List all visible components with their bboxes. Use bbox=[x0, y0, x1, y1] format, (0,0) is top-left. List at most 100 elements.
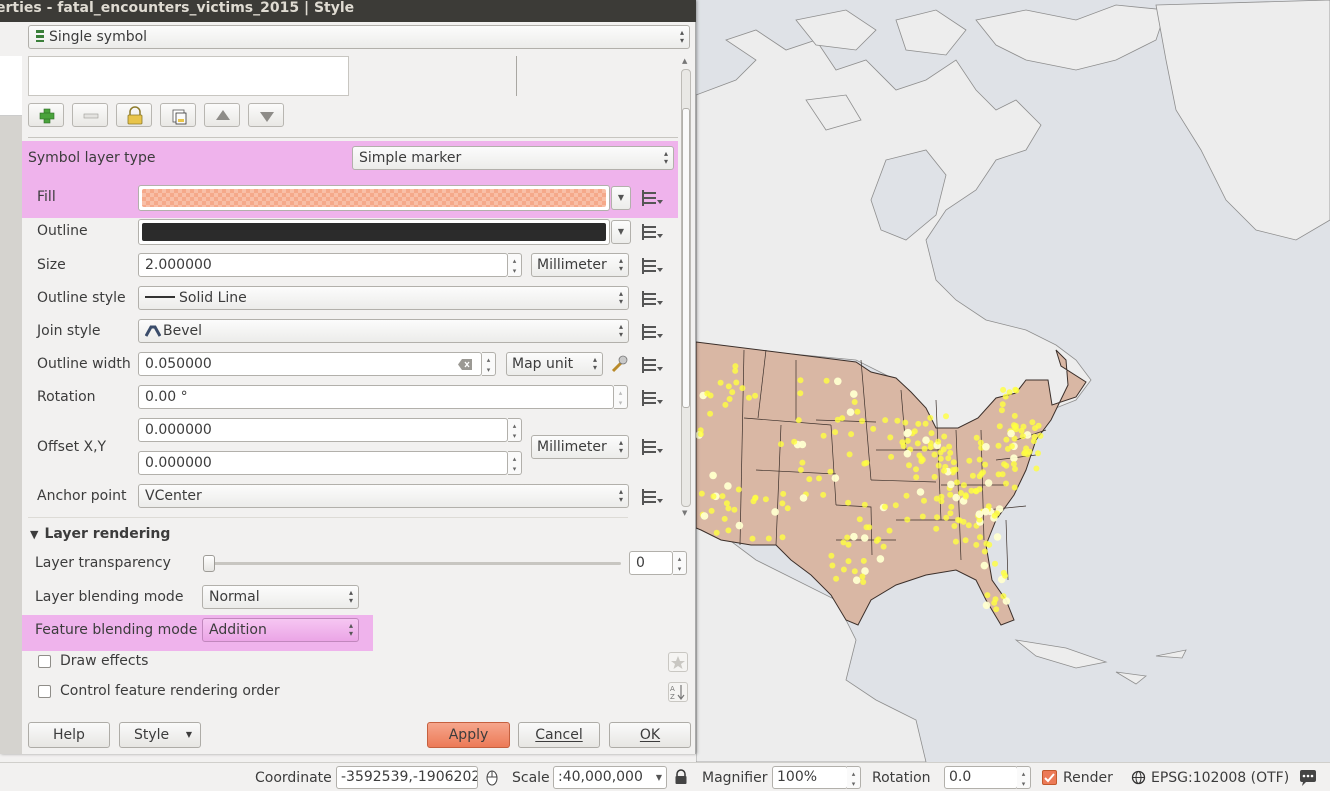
feature-point bbox=[1000, 593, 1007, 600]
feature-point bbox=[833, 575, 840, 582]
feature-point bbox=[903, 449, 912, 458]
transparency-slider-handle[interactable] bbox=[203, 555, 215, 572]
control-rendering-order-checkbox[interactable] bbox=[38, 685, 51, 698]
anchor-point-select[interactable]: VCenter ▴ ▾ bbox=[138, 484, 629, 508]
duplicate-layer-button[interactable] bbox=[160, 103, 196, 127]
join-style-select[interactable]: Bevel ▴ ▾ bbox=[138, 319, 629, 343]
offset-y-spinner[interactable]: ▴ ▾ bbox=[508, 451, 522, 475]
feature-point bbox=[850, 390, 858, 398]
rotation-input[interactable]: 0.00 ° bbox=[138, 385, 614, 409]
render-checkbox[interactable] bbox=[1042, 770, 1057, 785]
symbol-panel-scrollbar[interactable]: ▲ ▼ bbox=[680, 57, 692, 519]
layer-blending-select[interactable]: Normal ▴ ▾ bbox=[202, 585, 359, 609]
remove-symbol-layer-button[interactable] bbox=[72, 103, 108, 127]
coordinate-input[interactable]: -3592539,-1906202 bbox=[336, 766, 478, 789]
transparency-slider[interactable] bbox=[203, 555, 621, 572]
apply-button[interactable]: Apply bbox=[427, 722, 510, 748]
data-defined-override-button[interactable] bbox=[640, 355, 664, 375]
feature-point bbox=[928, 430, 935, 437]
feature-point bbox=[921, 497, 927, 504]
data-defined-override-button[interactable] bbox=[640, 188, 664, 208]
outline-style-value: Solid Line bbox=[179, 290, 247, 306]
style-menu-button[interactable]: Style ▼ bbox=[119, 722, 201, 748]
crs-label[interactable]: EPSG:102008 (OTF) bbox=[1151, 769, 1289, 787]
offset-x-input[interactable]: 0.000000 bbox=[138, 418, 508, 442]
outline-color-button[interactable] bbox=[138, 219, 610, 245]
toggle-extents-button[interactable] bbox=[483, 768, 501, 786]
data-defined-override-button[interactable] bbox=[640, 322, 664, 342]
transparency-spinner[interactable]: ▴ ▾ bbox=[673, 551, 687, 575]
ok-button[interactable]: OK bbox=[609, 722, 691, 748]
feature-point bbox=[780, 490, 787, 497]
rotation-spinner[interactable]: ▴ ▾ bbox=[614, 385, 628, 409]
move-up-button[interactable] bbox=[204, 103, 240, 127]
cancel-button[interactable]: Cancel bbox=[518, 722, 600, 748]
data-defined-icon bbox=[642, 258, 663, 274]
scroll-up-arrow[interactable]: ▲ bbox=[682, 57, 687, 65]
data-defined-icon bbox=[642, 439, 663, 455]
renderer-select[interactable]: Single symbol ▴ ▾ bbox=[28, 25, 690, 49]
scrollbar-thumb[interactable] bbox=[682, 108, 690, 408]
data-defined-override-button[interactable] bbox=[640, 487, 664, 507]
outline-width-unit-select[interactable]: Map unit ▴ ▾ bbox=[506, 352, 603, 376]
size-unit-select[interactable]: Millimeter ▴ ▾ bbox=[531, 253, 629, 277]
chevron-updown-icon: ▴ ▾ bbox=[592, 355, 597, 372]
wrench-icon bbox=[611, 355, 628, 373]
feature-point bbox=[1037, 432, 1044, 439]
sort-icon: AZ bbox=[670, 685, 685, 701]
feature-point bbox=[941, 467, 947, 474]
scroll-down-arrow[interactable]: ▼ bbox=[682, 509, 687, 517]
fill-color-dropdown[interactable]: ▼ bbox=[611, 186, 631, 210]
order-settings-button[interactable]: AZ bbox=[668, 682, 688, 702]
size-spinner[interactable]: ▴ ▾ bbox=[508, 253, 522, 277]
outline-color-dropdown[interactable]: ▼ bbox=[611, 220, 631, 244]
data-defined-override-button[interactable] bbox=[640, 256, 664, 276]
lock-scale-button[interactable] bbox=[674, 769, 688, 785]
feature-point bbox=[946, 443, 953, 450]
messages-button[interactable] bbox=[1298, 769, 1318, 787]
feature-point bbox=[798, 440, 807, 449]
map-rotation-input[interactable]: 0.0 bbox=[944, 766, 1018, 789]
map-rotation-spinner[interactable]: ▴ ▾ bbox=[1017, 766, 1031, 789]
scale-input[interactable]: :40,000,000 ▼ bbox=[553, 766, 667, 789]
data-defined-override-button[interactable] bbox=[640, 437, 664, 457]
effects-customize-button[interactable] bbox=[668, 652, 688, 672]
symbol-layers-tree[interactable] bbox=[28, 56, 349, 96]
feature-point bbox=[1032, 425, 1038, 432]
magnifier-input[interactable]: 100% bbox=[772, 766, 848, 789]
offset-y-input[interactable]: 0.000000 bbox=[138, 451, 508, 475]
help-button[interactable]: Help bbox=[28, 722, 110, 748]
data-defined-override-button[interactable] bbox=[640, 222, 664, 242]
feature-blending-select[interactable]: Addition ▴ ▾ bbox=[202, 618, 359, 642]
outline-style-select[interactable]: Solid Line ▴ ▾ bbox=[138, 286, 629, 310]
layer-rendering-header[interactable]: ▼ Layer rendering bbox=[30, 525, 170, 544]
lock-layer-button[interactable] bbox=[116, 103, 152, 127]
clear-field-icon[interactable] bbox=[458, 358, 472, 370]
scale-label: Scale bbox=[512, 770, 550, 786]
offset-unit-select[interactable]: Millimeter ▴ ▾ bbox=[531, 435, 629, 459]
map-canvas[interactable] bbox=[696, 0, 1330, 762]
offset-x-spinner[interactable]: ▴ ▾ bbox=[508, 418, 522, 442]
add-symbol-layer-button[interactable] bbox=[28, 103, 64, 127]
feature-point bbox=[791, 438, 798, 445]
magnifier-spinner[interactable]: ▴ ▾ bbox=[847, 766, 861, 789]
feature-point bbox=[861, 460, 868, 467]
data-defined-override-button[interactable] bbox=[640, 388, 664, 408]
dialog-titlebar[interactable]: erties - fatal_encounters_victims_2015 |… bbox=[0, 0, 696, 22]
feature-point bbox=[1008, 443, 1015, 450]
outline-width-spinner[interactable]: ▴ ▾ bbox=[482, 352, 496, 376]
draw-effects-checkbox[interactable] bbox=[38, 655, 51, 668]
symbol-layer-type-select[interactable]: Simple marker ▴ ▾ bbox=[352, 146, 674, 170]
feature-point bbox=[851, 399, 858, 405]
feature-point bbox=[913, 466, 919, 473]
data-defined-override-button[interactable] bbox=[640, 289, 664, 309]
outline-width-input[interactable]: 0.050000 bbox=[138, 352, 482, 376]
fill-color-button[interactable] bbox=[138, 185, 610, 211]
size-input[interactable]: 2.000000 bbox=[138, 253, 508, 277]
feature-point bbox=[860, 534, 869, 542]
transparency-input[interactable]: 0 bbox=[629, 551, 673, 575]
crs-button[interactable] bbox=[1131, 770, 1146, 785]
move-down-button[interactable] bbox=[248, 103, 284, 127]
map-unit-scale-button[interactable] bbox=[608, 354, 630, 374]
control-rendering-order-label: Control feature rendering order bbox=[60, 683, 280, 699]
